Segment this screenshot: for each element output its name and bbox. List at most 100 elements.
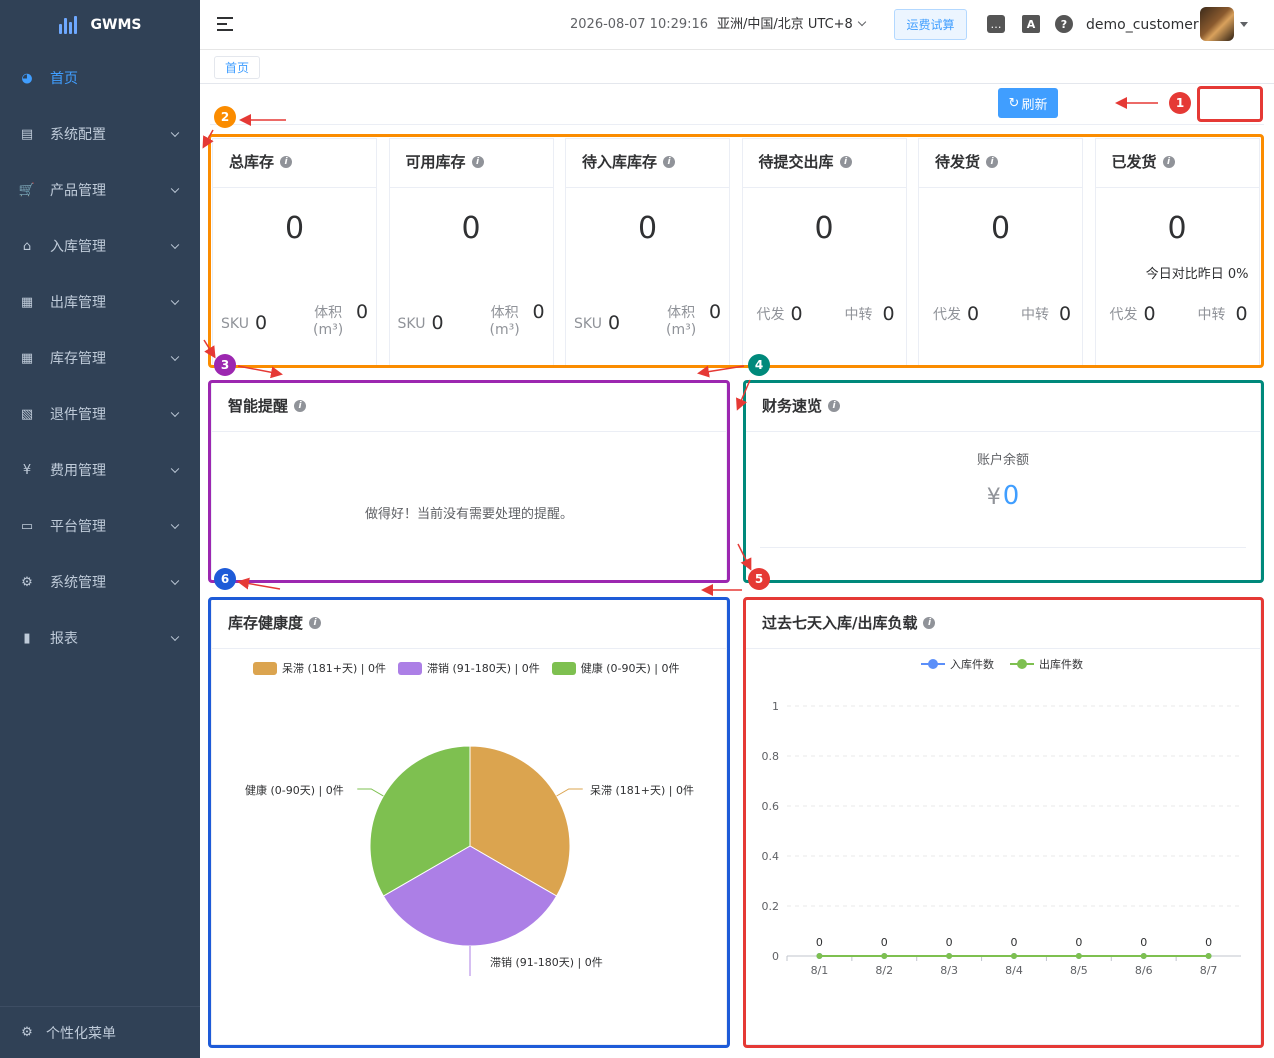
refresh-button[interactable]: ↻ 刷新 [998,88,1058,118]
legend-swatch [253,661,277,675]
sidebar-item-0[interactable]: ◕ 首页 [0,50,200,106]
stat-card[interactable]: 待入库库存 i 0 SKU 0 体积 (m³) 0 [565,138,730,366]
shop-icon: ▭ [20,518,34,534]
sidebar-item-label: 费用管理 [50,463,106,479]
data-point[interactable] [1075,953,1082,959]
data-point[interactable] [1205,953,1212,959]
stat-card[interactable]: 已发货 i 0 今日对比昨日 0% 代发 0 中转 0 [1094,138,1260,366]
sub-value: 0 [431,312,444,334]
legend-item-slow[interactable]: 滞销 (91-180天) | 0件 [398,660,540,676]
sidebar-item-label: 报表 [50,631,78,647]
legend-label: 出库件数 [1039,658,1083,671]
info-icon[interactable]: i [986,155,999,168]
legend-item-healthy[interactable]: 健康 (0-90天) | 0件 [551,660,680,676]
data-point[interactable] [1140,953,1147,959]
sidebar-item-9[interactable]: ⚙ 系统管理 [0,554,200,610]
info-icon[interactable]: i [294,399,307,412]
stat-card[interactable]: 总库存 i 0 SKU 0 体积 (m³) 0 [212,138,377,366]
sidebar-item-7[interactable]: ¥ 费用管理 [0,442,200,498]
data-point[interactable] [1011,953,1017,959]
pie-label-slow: 滞销 (91-180天) | 0件 [490,956,603,969]
table-icon: ▦ [20,350,34,366]
info-icon[interactable]: i [471,155,484,168]
legend-swatch [398,661,422,675]
sidebar-item-4[interactable]: ▦ 出库管理 [0,274,200,330]
data-point[interactable] [816,953,823,959]
chevron-down-icon [170,128,180,138]
tag-home[interactable]: 首页 [214,56,260,79]
info-icon[interactable]: i [839,155,852,168]
legend-label: 滞销 (91-180天) | 0件 [427,662,540,675]
info-icon[interactable]: i [828,399,841,412]
chevron-down-icon [170,352,180,362]
sidebar-item-10[interactable]: ▮ 报表 [0,610,200,666]
caret-down-icon[interactable] [1240,22,1248,27]
info-icon[interactable]: i [663,155,676,168]
sidebar-item-3[interactable]: ⌂ 入库管理 [0,218,200,274]
stat-volume-label: 体积 (m³) [490,305,520,339]
stat-volume-value: 0 [532,301,545,323]
data-label: 0 [1205,936,1212,949]
legend-item-stagnant[interactable]: 呆滞 (181+天) | 0件 [253,660,386,676]
stat-card[interactable]: 待发货 i 0 代发 0 中转 0 [918,138,1083,366]
data-point[interactable] [881,953,888,959]
stat-title-text: 待发货 [935,153,981,171]
x-tick-label: 8/7 [1200,964,1218,977]
sidebar-item-8[interactable]: ▭ 平台管理 [0,498,200,554]
app-logo[interactable]: GWMS [0,0,200,50]
bar-chart-icon: ▮ [23,630,31,646]
chevron-down-icon [170,520,180,530]
volume-unit: (m³) [666,322,697,338]
timezone-select[interactable]: 亚洲/中国/北京 UTC+8 [717,0,867,50]
freight-calc-button[interactable]: 运费试算 [894,9,967,40]
hamburger-icon[interactable] [217,17,233,31]
sidebar-item-label: 平台管理 [50,519,106,535]
stat-value: 0 [990,211,1011,246]
stat-title-text: 总库存 [229,153,275,171]
sidebar-item-6[interactable]: ▧ 退件管理 [0,386,200,442]
sidebar-item-label: 出库管理 [50,295,106,311]
balance-amount: 0 [1002,481,1020,511]
finance-card: 财务速览 i 账户余额 ¥0 [745,382,1261,581]
stat-volume-label: 体积 (m³) [666,305,696,339]
data-label: 0 [881,936,888,949]
sub-value: 0 [607,312,621,334]
sidebar-item-5[interactable]: ▦ 库存管理 [0,330,200,386]
info-icon[interactable]: i [1162,155,1175,168]
stat-card[interactable]: 可用库存 i 0 SKU 0 体积 (m³) 0 [388,138,554,366]
stat-card[interactable]: 待提交出库 i 0 代发 0 中转 0 [741,138,907,366]
legend-item-inbound[interactable]: 入库件数 [921,656,994,672]
grid-icon: ▦ [20,294,34,310]
pie-legend: 呆滞 (181+天) | 0件 滞销 (91-180天) | 0件 健康 (0-… [253,660,680,676]
balance-value[interactable]: ¥0 [746,481,1260,511]
card-divider [1095,187,1259,188]
logo-text: GWMS [90,17,142,33]
legend-item-outbound[interactable]: 出库件数 [1010,656,1083,672]
stat-title-text: 待提交出库 [758,153,834,171]
cart-icon: 🛒 [18,182,36,198]
info-icon[interactable]: i [923,616,936,629]
chevron-down-icon [170,240,180,250]
legend-marker [921,659,945,669]
sub-label: 代发 [933,307,961,323]
y-tick-label: 0.2 [762,900,780,913]
info-icon[interactable]: i [280,155,293,168]
data-point[interactable] [946,953,953,959]
username[interactable]: demo_customer [1086,0,1199,50]
info-icon[interactable]: i [309,616,322,629]
reminder-title: 智能提醒 i [228,395,307,416]
sidebar-item-1[interactable]: ▤ 系统配置 [0,106,200,162]
help-icon[interactable]: ? [1055,15,1073,33]
personalize-menu-button[interactable]: ⚙ 个性化菜单 [0,1006,200,1058]
translate-icon[interactable]: A [1022,15,1040,33]
sidebar-item-2[interactable]: 🛒 产品管理 [0,162,200,218]
home-icon: ⌂ [22,238,32,254]
sub-value: 0 [1235,303,1248,325]
avatar[interactable] [1200,7,1234,41]
stat-volume-value: 0 [709,301,722,323]
message-icon[interactable]: … [987,15,1005,33]
finance-title-text: 财务速览 [762,397,823,415]
stat-title: 已发货 i [1112,151,1175,172]
load-title: 过去七天入库/出库负载 i [762,612,936,633]
sub-label: SKU [574,316,602,332]
